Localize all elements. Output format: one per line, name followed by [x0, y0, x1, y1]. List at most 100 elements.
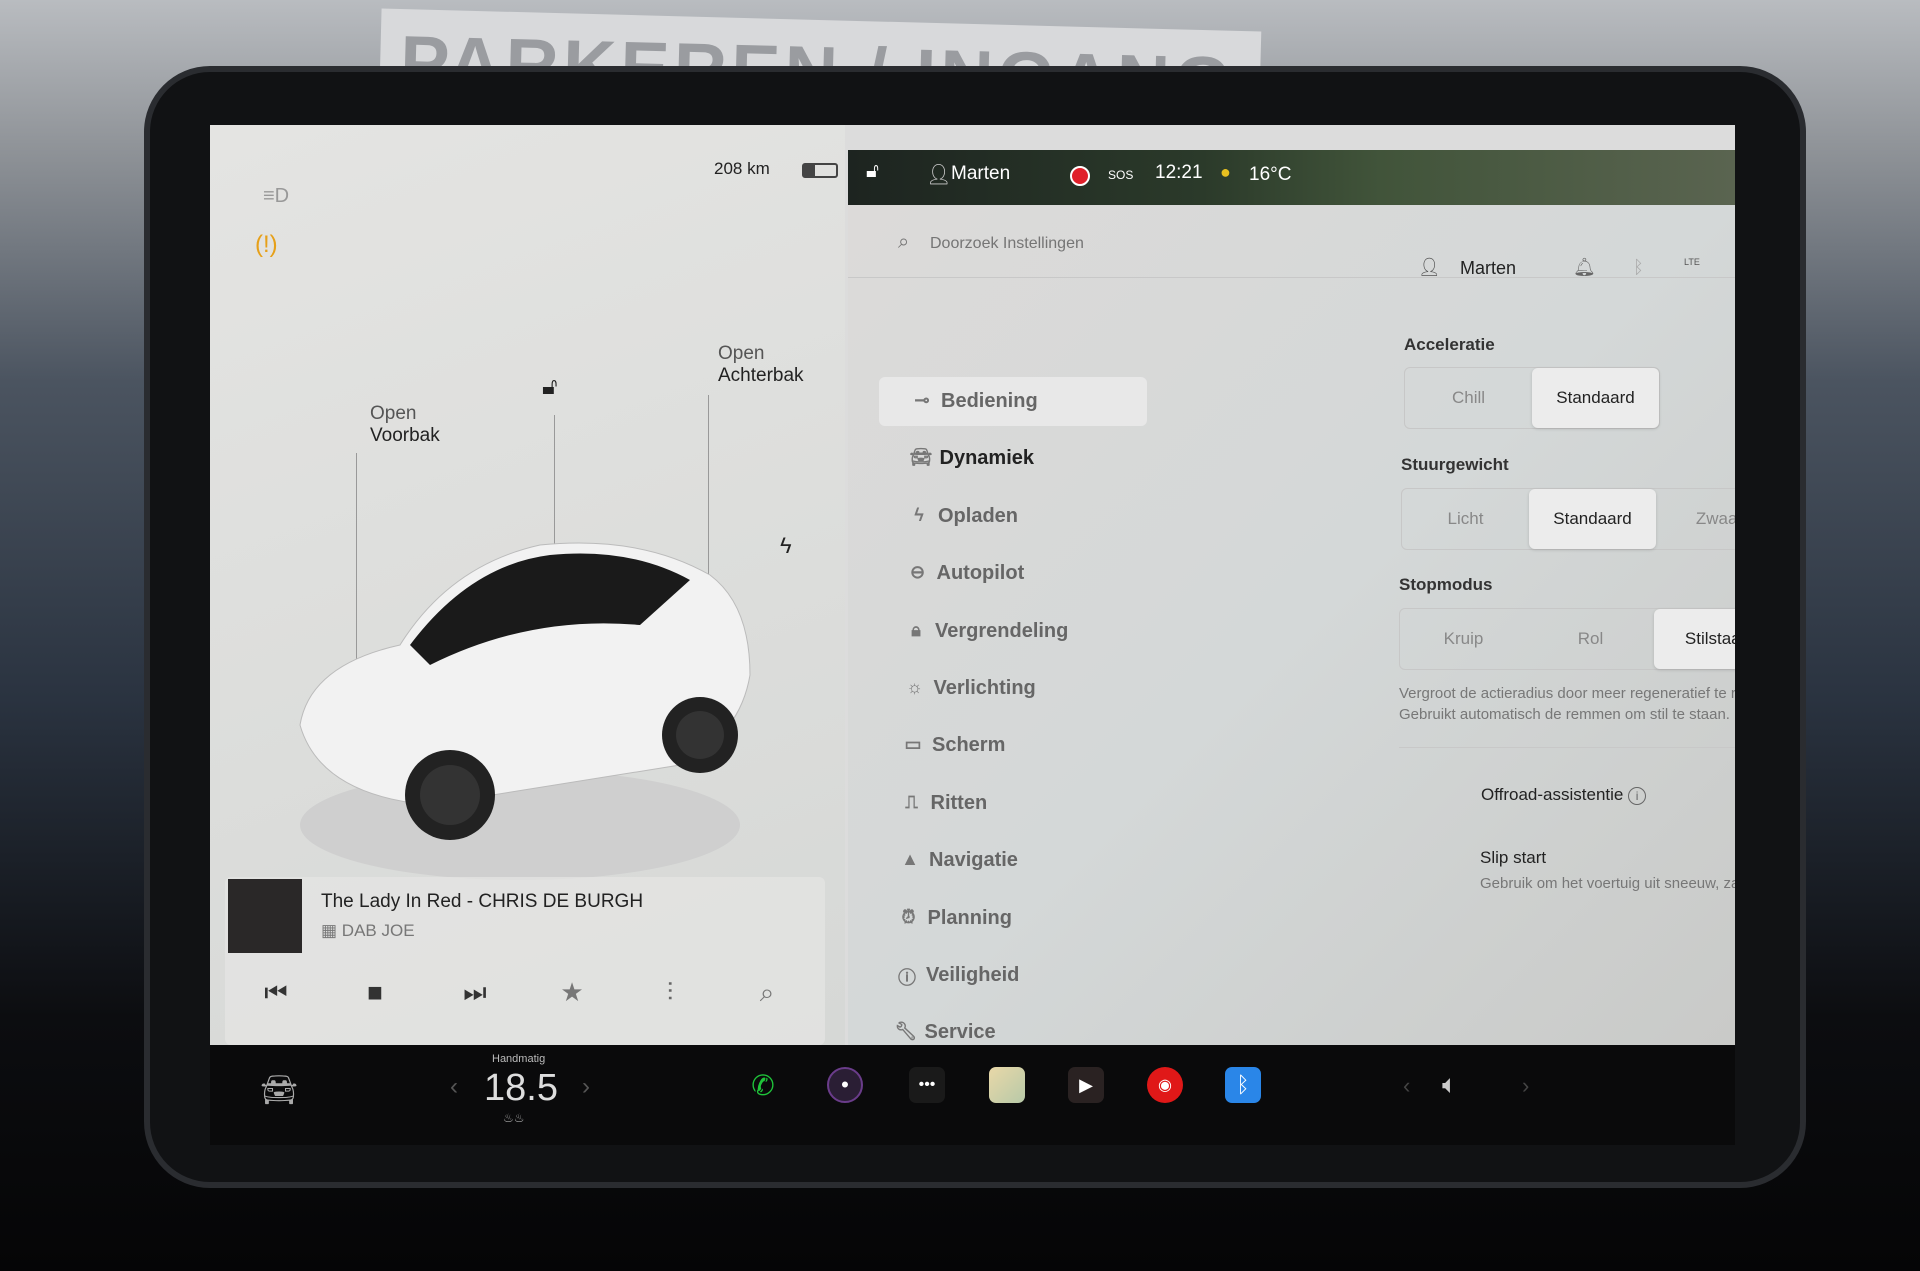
range-text: 208 km [714, 159, 770, 178]
car-icon[interactable]: 🚘︎ [260, 1073, 298, 1108]
lock-open-icon[interactable]: 🔓︎ [866, 160, 879, 183]
equalizer-icon[interactable]: ⫶ [650, 977, 690, 1009]
slip-start-description: Gebruik om het voertuig uit sneeuw, zand… [1480, 875, 1735, 892]
menu-item-label: Autopilot [936, 562, 1025, 585]
steering-selector: Licht Standaard Zwaar [1401, 488, 1735, 550]
sos-button[interactable]: SOS [1108, 168, 1133, 182]
acceleration-label: Acceleratie [1404, 335, 1495, 354]
menu-item-vergrendeling[interactable]: 🔒︎ Vergrendeling [911, 620, 1068, 643]
favorite-star-icon[interactable]: ★ [552, 977, 592, 1008]
sun-icon: ● [1220, 162, 1231, 182]
frunk-open-label[interactable]: Open [370, 403, 416, 425]
stop-mode-description: Vergroot de actieradius door meer regene… [1399, 685, 1735, 723]
option-stilstaan[interactable]: Stilstaan [1654, 609, 1735, 669]
menu-item-navigatie[interactable]: ▲ Navigatie [901, 849, 1018, 872]
lock-open-icon[interactable]: 🔓︎ [542, 373, 558, 401]
seat-heater-icons[interactable]: ♨♨ [503, 1111, 525, 1125]
dashcam-record-icon[interactable] [1070, 166, 1090, 186]
divider [1399, 747, 1735, 748]
option-zwaar[interactable]: Zwaar [1656, 489, 1735, 549]
option-kruip[interactable]: Kruip [1400, 609, 1527, 669]
divider [848, 277, 1735, 278]
offroad-assist[interactable]: Offroad-assistentie i [1481, 785, 1647, 805]
menu-item-opladen[interactable]: ϟ Opladen [914, 504, 1019, 528]
menu-item-bediening[interactable]: ⊸ Bediening [914, 390, 1037, 413]
menu-item-label: Ritten [930, 791, 988, 814]
cabin-temperature[interactable]: 18.5 [484, 1067, 558, 1110]
info-icon[interactable]: i [1628, 787, 1647, 805]
alarm-icon: ⏰︎ [901, 906, 916, 927]
option-standaard[interactable]: Standaard [1529, 489, 1656, 549]
offroad-label: Offroad-assistentie [1481, 785, 1624, 804]
option-rol[interactable]: Rol [1527, 609, 1654, 669]
youtube-music-icon[interactable]: ◉ [1147, 1067, 1183, 1103]
lte-signal-icon: LTE [1684, 257, 1700, 267]
dab-source: ▦ DAB JOE [321, 921, 415, 941]
volume-icon[interactable]: 🔈︎ [1442, 1069, 1458, 1101]
next-track-icon[interactable]: ⏭︎ [455, 977, 495, 1009]
menu-item-service[interactable]: 🔧︎ Service [895, 1021, 996, 1044]
theater-icon[interactable]: ▶ [1068, 1067, 1104, 1103]
clock: 12:21 [1155, 162, 1203, 183]
menu-item-dynamiek[interactable]: 🚘︎ Dynamiek [910, 447, 1035, 470]
menu-item-label: Service [924, 1021, 996, 1044]
menu-item-label: Scherm [932, 734, 1006, 757]
menu-item-label: Opladen [938, 504, 1019, 527]
navigation-icon: ▲ [901, 849, 919, 870]
previous-track-icon[interactable]: ⏮︎ [256, 977, 296, 1009]
menu-item-verlichting[interactable]: ☼ Verlichting [906, 677, 1036, 700]
climate-mode: Handmatig [492, 1053, 546, 1065]
temp-up-arrow[interactable]: › [582, 1073, 590, 1101]
search-icon: ⌕ [898, 231, 910, 253]
stop-mode-selector: Kruip Rol Stilstaan [1399, 608, 1735, 670]
bluetooth-icon[interactable]: ᛒ [1633, 257, 1644, 278]
user-icon: 👤︎ [926, 164, 952, 186]
steering-label: Stuurgewicht [1401, 455, 1509, 474]
volume-down-arrow[interactable]: ‹ [1403, 1073, 1410, 1099]
settings-search-input[interactable] [930, 229, 1310, 259]
temp-down-arrow[interactable]: ‹ [450, 1073, 458, 1101]
volume-up-arrow[interactable]: › [1522, 1073, 1529, 1099]
headlight-icon: ≡D [263, 185, 290, 207]
bottom-bar: 🚘︎ Handmatig ‹ 18.5 › ♨♨ ✆ • ••• ▶ ◉ ᛒ ‹… [210, 1045, 1735, 1145]
driver-profile[interactable]: Marten [951, 163, 1010, 185]
tire-pressure-warning-icon: (!) [255, 231, 278, 258]
bell-icon[interactable]: 🔔︎ [1573, 257, 1596, 278]
option-chill[interactable]: Chill [1405, 368, 1532, 428]
option-standaard[interactable]: Standaard [1532, 368, 1659, 428]
more-apps-icon[interactable]: ••• [909, 1067, 945, 1103]
touchscreen: ≡D (!) 208 km Open Voorbak Open Achterba… [210, 125, 1735, 1045]
slip-start-label[interactable]: Slip start [1480, 848, 1546, 868]
menu-item-veiligheid[interactable]: ⓘ Veiligheid [898, 964, 1019, 988]
menu-item-autopilot[interactable]: ⊖ Autopilot [910, 562, 1025, 585]
stop-icon[interactable]: ■ [355, 977, 395, 1008]
profile-name[interactable]: Marten [1460, 258, 1516, 279]
trunk-label[interactable]: Achterbak [718, 365, 804, 387]
camera-icon[interactable]: • [827, 1067, 863, 1103]
menu-item-label: Verlichting [933, 677, 1036, 699]
trunk-open-label[interactable]: Open [718, 343, 764, 365]
display-icon: ▭ [904, 734, 922, 755]
radio-icon: ▦ [321, 921, 342, 940]
bluetooth-app-icon[interactable]: ᛒ [1225, 1067, 1261, 1103]
alert-icon: ⓘ [898, 968, 916, 988]
bolt-icon: ϟ [914, 504, 924, 525]
option-licht[interactable]: Licht [1402, 489, 1529, 549]
menu-item-label: Dynamiek [939, 447, 1035, 470]
source-name: DAB JOE [341, 921, 415, 940]
map-strip[interactable]: 🔓︎ 👤︎ Marten SOS 12:21 ● 16°C [848, 150, 1735, 210]
steering-wheel-icon: ⊖ [909, 562, 926, 583]
car-panel: ≡D (!) 208 km Open Voorbak Open Achterba… [210, 125, 845, 1045]
menu-item-planning[interactable]: ⏰︎ Planning [901, 907, 1011, 930]
phone-icon[interactable]: ✆ [745, 1067, 781, 1103]
charge-port-icon[interactable]: ϟ [780, 533, 792, 559]
trips-icon: ⎍ [905, 791, 918, 812]
toggle-icon: ⊸ [914, 390, 930, 410]
menu-item-scherm[interactable]: ▭ Scherm [904, 734, 1006, 757]
menu-item-ritten[interactable]: ⎍ Ritten [905, 791, 988, 815]
wrench-icon: 🔧︎ [894, 1021, 918, 1042]
media-search-icon[interactable]: ⌕ [747, 977, 787, 1009]
frunk-label[interactable]: Voorbak [370, 425, 440, 447]
sun-icon: ☼ [906, 677, 923, 697]
toybox-icon[interactable] [989, 1067, 1025, 1103]
